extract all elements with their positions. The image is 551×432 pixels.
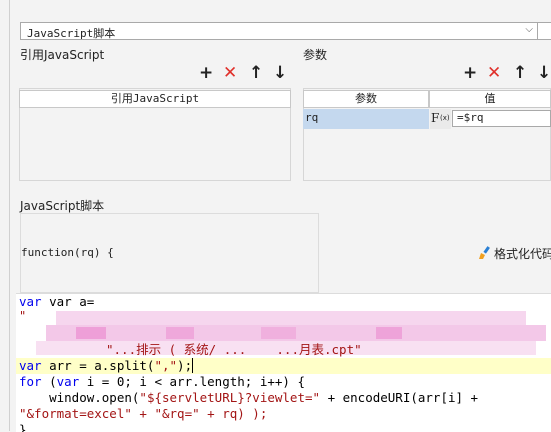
code-line-8: "&format=excel" + "&rq=" + rq) ); xyxy=(19,406,268,421)
chevron-down-icon[interactable]: ⌵ xyxy=(525,24,533,35)
param-value-input[interactable]: =$rq xyxy=(452,110,551,127)
move-up-icon[interactable]: ↑ xyxy=(513,65,527,82)
format-code-button[interactable]: 格式化代码 xyxy=(477,245,551,262)
select-tail xyxy=(538,22,551,40)
left-strip xyxy=(0,0,10,431)
move-down-icon[interactable]: ↓ xyxy=(273,65,287,82)
delete-icon[interactable]: ✕ xyxy=(487,65,501,82)
add-icon[interactable]: + xyxy=(199,65,213,82)
script-type-select[interactable]: JavaScript脚本 ⌵ xyxy=(20,22,538,40)
code-line-5: var arr = a.split(","); xyxy=(19,358,194,373)
code-line-7: window.open("${servletURL}?viewlet=" + e… xyxy=(19,390,479,405)
params-column-value[interactable]: 值 xyxy=(429,90,551,108)
code-editor[interactable]: var var a= " "...排示 ( 系统/ ... ...月表.cpt"… xyxy=(16,293,551,432)
params-column-name[interactable]: 参数 xyxy=(303,90,429,108)
brush-icon xyxy=(479,246,490,259)
ref-panel-title: 引用JavaScript xyxy=(20,48,105,62)
delete-icon[interactable]: ✕ xyxy=(223,65,237,82)
code-line-4: "...排示 ( 系统/ ... ...月表.cpt" xyxy=(106,342,362,357)
move-down-icon[interactable]: ↓ xyxy=(537,65,551,82)
script-section-title: JavaScript脚本 xyxy=(20,199,105,213)
script-type-label: JavaScript脚本 xyxy=(27,27,116,40)
code-line-6: for (var i = 0; i < arr.length; i++) { xyxy=(19,374,305,389)
param-name-cell[interactable]: rq xyxy=(303,109,429,129)
move-up-icon[interactable]: ↑ xyxy=(249,65,263,82)
function-signature: function(rq) { xyxy=(21,246,114,259)
formula-icon[interactable]: F (x) xyxy=(430,109,451,129)
ref-js-column-header[interactable]: 引用JavaScript xyxy=(19,90,291,108)
code-line-1: var a= xyxy=(49,294,95,309)
add-icon[interactable]: + xyxy=(463,65,477,82)
params-panel-title: 参数 xyxy=(303,48,328,62)
